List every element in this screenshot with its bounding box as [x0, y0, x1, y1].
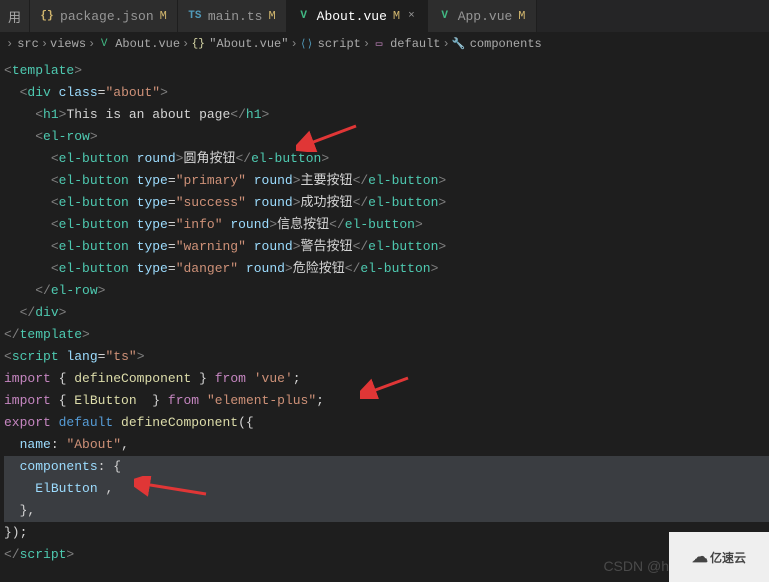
code-line[interactable]: </el-row> [4, 280, 769, 302]
chevron-right-icon: › [86, 37, 97, 51]
code-line[interactable]: <template> [4, 60, 769, 82]
code-line[interactable]: ElButton , [4, 478, 769, 500]
breadcrumb-items: src›views›VAbout.vue›{}"About.vue"›⟨⟩scr… [17, 37, 542, 51]
chevron-right-icon: › [4, 37, 15, 51]
breadcrumb-label: script [318, 37, 361, 51]
code-line[interactable]: <el-button type="danger" round>危险按钮</el-… [4, 258, 769, 280]
breadcrumb-item[interactable]: V About.vue [97, 37, 180, 51]
tab-App-vue[interactable]: V App.vue M [428, 0, 537, 32]
tab-label: package.json [60, 9, 154, 24]
tab-bar: 用 {}package.jsonMTSmain.tsMVAbout.vueM×V… [0, 0, 769, 32]
logo-text: 亿速云 [710, 549, 746, 566]
chevron-right-icon: › [361, 37, 372, 51]
breadcrumb-label: About.vue [115, 37, 180, 51]
chevron-right-icon: › [441, 37, 452, 51]
breadcrumb-label: views [50, 37, 86, 51]
tabs-container: {} package.json M TS main.ts M V About.vue M × V Ap… [30, 0, 536, 32]
breadcrumb-item[interactable]: 🔧 components [452, 37, 542, 51]
editor[interactable]: <template> <div class="about"> <h1>This … [0, 56, 769, 566]
breadcrumb-icon: {} [191, 37, 205, 51]
code-line[interactable]: <el-button type="success" round>成功按钮</el… [4, 192, 769, 214]
breadcrumb-item[interactable]: ▭ default [372, 37, 440, 51]
breadcrumb-label: components [470, 37, 542, 51]
modified-indicator: M [393, 9, 400, 23]
watermark-text: CSDN @h [603, 558, 669, 574]
modified-indicator: M [160, 9, 167, 23]
file-icon: V [297, 9, 311, 23]
logo-overlay: ☁ 亿速云 [669, 532, 769, 582]
breadcrumb-label: src [17, 37, 39, 51]
code-line[interactable]: import { ElButton } from "element-plus"; [4, 390, 769, 412]
cloud-icon: ☁ [692, 547, 708, 567]
code-line[interactable]: }); [4, 522, 769, 544]
tab-main-ts[interactable]: TS main.ts M [178, 0, 287, 32]
code-line[interactable]: <h1>This is an about page</h1> [4, 104, 769, 126]
breadcrumb-label: default [390, 37, 440, 51]
modified-indicator: M [268, 9, 275, 23]
chevron-right-icon: › [288, 37, 299, 51]
code-line[interactable]: <el-button type="info" round>信息按钮</el-bu… [4, 214, 769, 236]
breadcrumb-label: "About.vue" [209, 37, 288, 51]
modified-indicator: M [518, 9, 525, 23]
code-line[interactable]: </template> [4, 324, 769, 346]
breadcrumb-item[interactable]: views [50, 37, 86, 51]
breadcrumb-icon: V [97, 37, 111, 51]
code-line[interactable]: export default defineComponent({ [4, 412, 769, 434]
breadcrumb: › src›views›VAbout.vue›{}"About.vue"›⟨⟩s… [0, 32, 769, 56]
tab-label: About.vue [317, 9, 387, 24]
code-line[interactable]: <el-button type="primary" round>主要按钮</el… [4, 170, 769, 192]
tab-label: main.ts [208, 9, 263, 24]
code-line[interactable]: <el-row> [4, 126, 769, 148]
file-icon: {} [40, 9, 54, 23]
code-line[interactable]: <script lang="ts"> [4, 346, 769, 368]
tab-About-vue[interactable]: V About.vue M × [287, 0, 428, 32]
chevron-right-icon: › [39, 37, 50, 51]
code-line[interactable]: <el-button type="warning" round>警告按钮</el… [4, 236, 769, 258]
code-line[interactable]: <el-button round>圆角按钮</el-button> [4, 148, 769, 170]
breadcrumb-icon: 🔧 [452, 37, 466, 51]
truncated-tab[interactable]: 用 [0, 0, 30, 32]
close-icon[interactable]: × [406, 10, 417, 22]
code-line[interactable]: components: { [4, 456, 769, 478]
file-icon: TS [188, 9, 202, 23]
code-line[interactable]: <div class="about"> [4, 82, 769, 104]
code-line[interactable]: name: "About", [4, 434, 769, 456]
file-icon: V [438, 9, 452, 23]
breadcrumb-icon: ▭ [372, 37, 386, 51]
code-line[interactable]: </div> [4, 302, 769, 324]
breadcrumb-item[interactable]: {} "About.vue" [191, 37, 288, 51]
code-line[interactable]: import { defineComponent } from 'vue'; [4, 368, 769, 390]
breadcrumb-item[interactable]: ⟨⟩ script [300, 37, 361, 51]
tab-label: App.vue [458, 9, 513, 24]
breadcrumb-icon: ⟨⟩ [300, 37, 314, 51]
chevron-right-icon: › [180, 37, 191, 51]
tab-package-json[interactable]: {} package.json M [30, 0, 178, 32]
code-line[interactable]: }, [4, 500, 769, 522]
breadcrumb-item[interactable]: src [17, 37, 39, 51]
